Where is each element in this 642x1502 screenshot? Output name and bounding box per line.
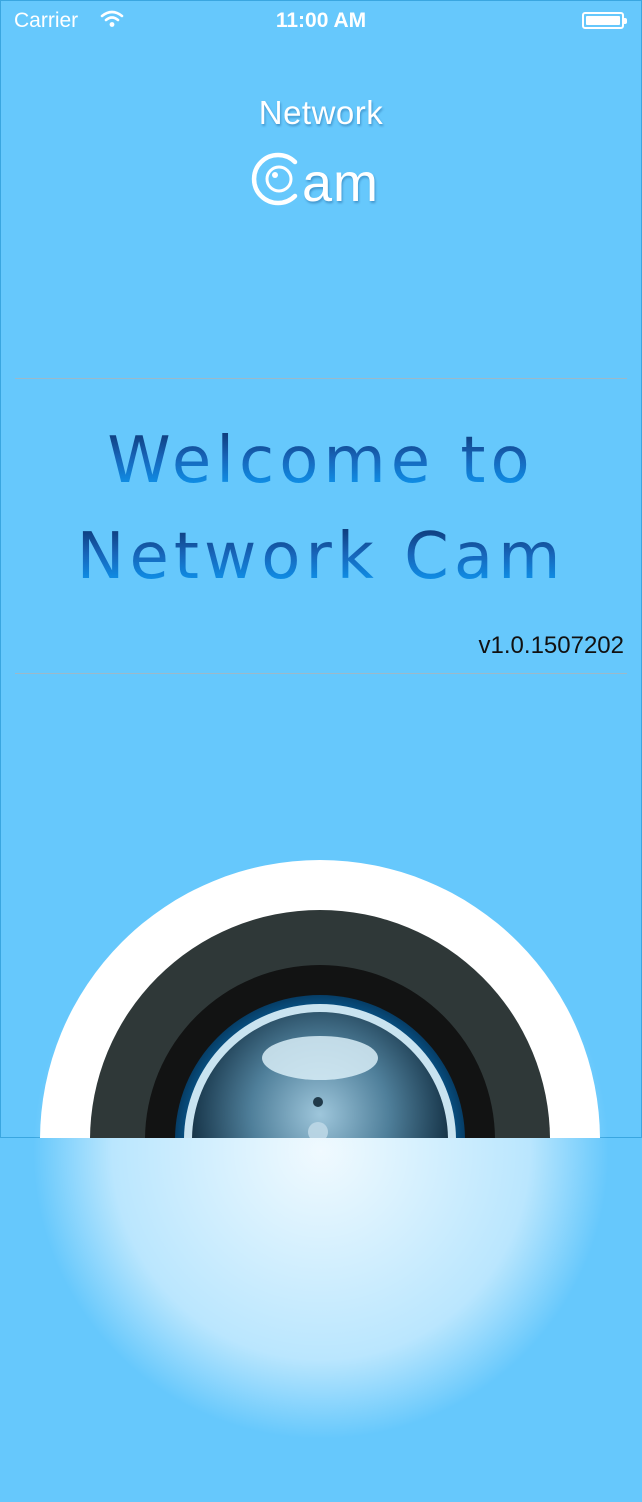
camera-lens-c-icon bbox=[251, 152, 298, 206]
bottom-divider bbox=[15, 673, 627, 674]
camera-lens-icon bbox=[40, 860, 600, 1138]
top-divider bbox=[15, 378, 627, 379]
welcome-line-2: Network Cam bbox=[0, 520, 642, 594]
battery-icon bbox=[582, 12, 627, 29]
status-time: 11:00 AM bbox=[275, 9, 367, 32]
welcome-line-1: Welcome to bbox=[0, 424, 642, 498]
logo-cam-text: am bbox=[302, 153, 380, 213]
status-bar: Carrier 11:00 AM bbox=[0, 0, 642, 42]
version-label: v1.0.1507202 bbox=[478, 632, 624, 659]
logo-network-text: Network bbox=[258, 94, 384, 131]
logo-cam: am bbox=[0, 138, 642, 218]
